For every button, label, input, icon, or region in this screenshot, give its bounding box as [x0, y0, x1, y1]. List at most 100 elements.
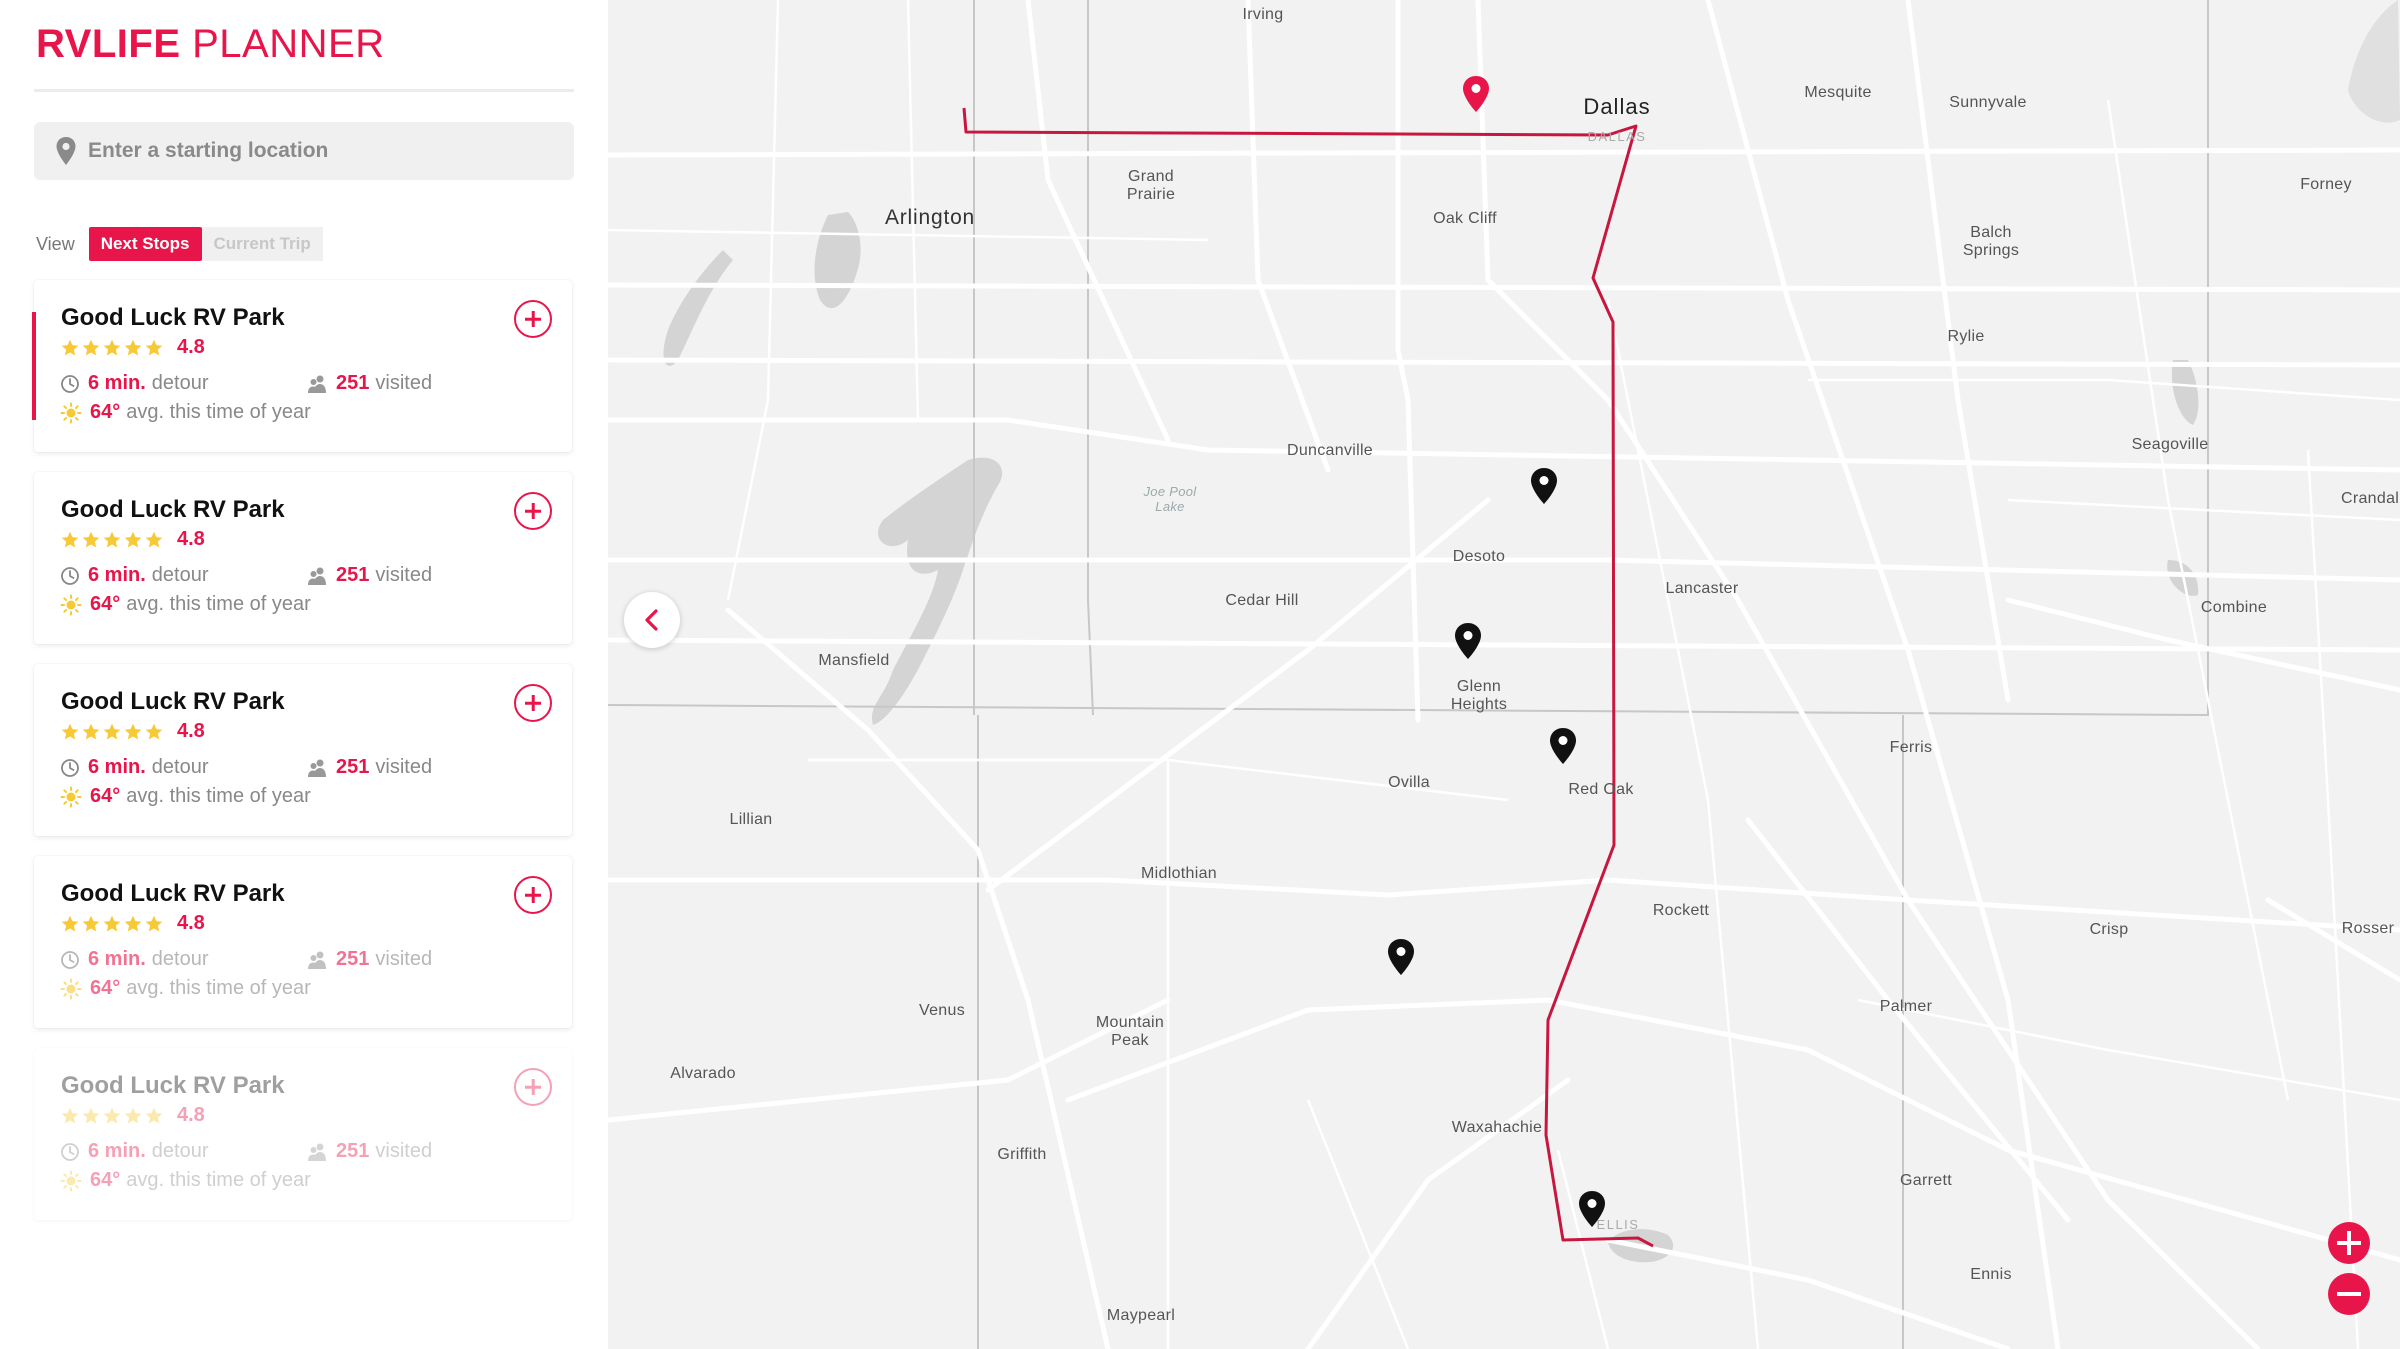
add-stop-button[interactable] [514, 492, 552, 530]
place-label-combine: Combine [2200, 599, 2268, 616]
sun-icon [60, 402, 82, 423]
clock-icon [61, 566, 79, 585]
starting-location-input[interactable] [88, 139, 548, 163]
stop-card[interactable]: Good Luck RV Park 4.8 6 min. detour 251 visit… [34, 664, 572, 836]
place-label-palmer: Palmer [1879, 998, 1933, 1015]
visited-label: visited [375, 372, 433, 394]
rating-value: 4.8 [177, 1104, 205, 1126]
detour-label: detour [151, 756, 209, 778]
star-icon [82, 915, 100, 931]
place-label-oak-cliff: Oak Cliff [1433, 210, 1497, 227]
detour-info: 6 min. detour [60, 372, 209, 395]
detour-label: detour [151, 372, 209, 394]
location-pin-icon [56, 137, 76, 165]
temperature-label: avg. this time of year [126, 401, 311, 423]
place-label-dallas: Dallas [1583, 94, 1651, 119]
avg-temperature: 64° [90, 977, 121, 999]
brand-bold: RVLIFE [36, 22, 181, 66]
place-label-line: Glenn [1456, 678, 1502, 695]
stop-marker[interactable] [1529, 467, 1559, 505]
star-icon [61, 339, 79, 355]
chevron-left-icon [645, 609, 658, 631]
collapse-sidebar-button[interactable] [624, 592, 680, 648]
place-label-mansfield: Mansfield [818, 652, 890, 669]
zoom-out-button[interactable] [2328, 1273, 2370, 1315]
star-icon [124, 1107, 142, 1123]
place-label-sunnyvale: Sunnyvale [1949, 94, 2027, 111]
place-label-cedar-hill: Cedar Hill [1225, 592, 1299, 609]
sidebar: RVLIFE PLANNER View Next Stops Current T… [0, 0, 608, 1349]
rating-stars: 4.8 [60, 1104, 205, 1127]
tab-current-trip[interactable]: Current Trip [201, 227, 323, 261]
place-label-glenn-heights: Glenn Heights [1451, 678, 1507, 715]
sun-icon [60, 978, 82, 999]
stop-name: Good Luck RV Park [61, 496, 285, 523]
rating-stars: 4.8 [60, 912, 205, 935]
tab-next-stops[interactable]: Next Stops [88, 227, 202, 261]
visited-info: 251 visited [306, 948, 432, 971]
stop-marker[interactable] [1453, 622, 1483, 660]
stop-name: Good Luck RV Park [61, 1072, 285, 1099]
place-label-rockett: Rockett [1652, 902, 1710, 919]
add-stop-button[interactable] [514, 1068, 552, 1106]
place-label-mountain-peak: Mountain Peak [1096, 1014, 1164, 1051]
place-label-midlothian: Midlothian [1141, 865, 1217, 882]
place-label-line: Joe Pool [1143, 484, 1197, 499]
star-icon [82, 1107, 100, 1123]
map-canvas[interactable] [608, 0, 2400, 1349]
detour-label: detour [151, 1140, 209, 1162]
weather-info: 64° avg. this time of year [60, 1169, 311, 1192]
place-label-griffith: Griffith [997, 1146, 1047, 1163]
detour-info: 6 min. detour [60, 1140, 209, 1163]
detour-time: 6 min. [88, 564, 146, 586]
place-label-line: Grand [1128, 168, 1174, 185]
place-label-alvarado: Alvarado [670, 1065, 736, 1082]
sun-icon [60, 594, 82, 615]
temperature-label: avg. this time of year [126, 977, 311, 999]
place-label-dallas-county: DALLAS [1587, 129, 1647, 144]
stop-name: Good Luck RV Park [61, 688, 285, 715]
view-segmented-control: Next Stops Current Trip [88, 227, 323, 261]
trip-route [966, 110, 2400, 131]
map[interactable]: Irving Dallas DALLAS Mesquite Sunnyvale … [608, 0, 2400, 1349]
place-label-line: Peak [1111, 1032, 1149, 1050]
avg-temperature: 64° [90, 1169, 121, 1191]
stop-marker[interactable] [1386, 938, 1416, 976]
place-label-duncanville: Duncanville [1286, 442, 1374, 459]
visited-count: 251 [336, 756, 370, 778]
star-icon [82, 531, 100, 547]
rating-value: 4.8 [177, 528, 205, 550]
sun-icon [60, 786, 82, 807]
minor-roads [608, 0, 2400, 1349]
add-stop-button[interactable] [514, 876, 552, 914]
detour-time: 6 min. [88, 948, 146, 970]
rating-stars: 4.8 [60, 528, 205, 551]
place-label-ferris: Ferris [1889, 739, 1933, 756]
add-stop-button[interactable] [514, 300, 552, 338]
rating-value: 4.8 [177, 912, 205, 934]
detour-info: 6 min. detour [60, 756, 209, 779]
zoom-in-button[interactable] [2328, 1222, 2370, 1264]
avg-temperature: 64° [90, 401, 121, 423]
star-icon [124, 723, 142, 739]
place-label-line: Prairie [1126, 186, 1176, 204]
stop-marker[interactable] [1548, 727, 1578, 765]
starting-location-search[interactable] [34, 122, 574, 180]
stop-card[interactable]: Good Luck RV Park 4.8 6 min. detour 251 visit… [34, 472, 572, 644]
temperature-label: avg. this time of year [126, 593, 311, 615]
stop-marker[interactable] [1577, 1190, 1607, 1228]
stop-card[interactable]: Good Luck RV Park 4.8 6 min. detour 251 visit… [34, 856, 572, 1028]
add-stop-button[interactable] [514, 684, 552, 722]
trip-route-line [962, 107, 1654, 1248]
star-icon [61, 1107, 79, 1123]
place-label-line: Springs [1962, 242, 2020, 260]
place-label-line: Balch [1970, 224, 2012, 241]
place-label-crisp: Crisp [2089, 921, 2129, 938]
sun-icon [60, 1170, 82, 1191]
stop-card[interactable]: Good Luck RV Park 4.8 6 min. detour 251 visit… [32, 280, 572, 452]
place-label-waxahachie: Waxahachie [1451, 1119, 1543, 1136]
stop-card[interactable]: Good Luck RV Park 4.8 6 min. detour 251 visit… [34, 1048, 572, 1220]
place-label-line: Mountain [1095, 1014, 1165, 1031]
start-location-marker[interactable] [1461, 75, 1491, 113]
avg-temperature: 64° [90, 593, 121, 615]
